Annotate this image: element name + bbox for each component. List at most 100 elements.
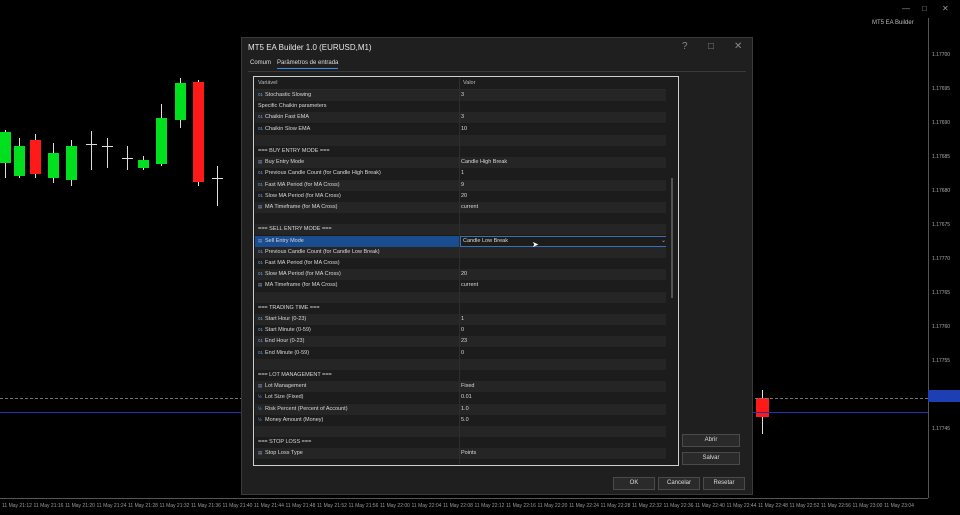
minimize-icon[interactable]: — [902,4,910,13]
table-row[interactable] [255,213,666,226]
table-row[interactable]: 01 Slow MA Period (for MA Cross) 20 [255,269,666,282]
time-tick-label: 11 May 22:32 [632,503,662,509]
param-value[interactable]: 10 [461,126,467,132]
table-row[interactable]: 01 Chaikin Slow EMA 10 [255,123,666,136]
table-row[interactable]: 01 Previous Candle Count (for Candle Low … [255,246,666,259]
param-name-text: Slow MA Period (for MA Cross) [265,192,341,199]
param-value[interactable]: 1 [461,316,464,322]
table-row[interactable]: ▤ Stop Loss Type Points [255,448,666,461]
table-row[interactable]: ▤ MA Timeframe (for MA Cross) current [255,280,666,293]
param-value[interactable]: 0 [461,350,464,356]
table-row[interactable] [255,134,666,147]
param-value[interactable]: current [461,204,478,210]
candle-wick [217,166,218,206]
table-row[interactable]: 01 End Hour (0-23) 23 [255,336,666,349]
param-value[interactable]: 23 [461,338,467,344]
column-separator[interactable] [459,78,460,464]
header-value[interactable]: Valor [463,80,475,86]
table-row[interactable]: 01 Stochastic Slowing 3 [255,90,666,102]
table-row[interactable]: 01 Start Minute (0-59) 0 [255,325,666,338]
price-scale[interactable]: 1.17700 1.17695 1.17690 1.17685 1.17680 1.176… [928,18,960,498]
chevron-down-icon[interactable]: ⌄ [661,237,666,244]
table-row[interactable]: 01 Slow MA Period (for MA Cross) 20 [255,190,666,203]
ok-button[interactable]: OK [613,477,655,490]
reset-button[interactable]: Resetar [703,477,745,490]
param-name-text: Lot Management [265,383,307,390]
doji-candle [86,144,97,145]
param-value[interactable]: 3 [461,114,464,120]
param-name-text: Risk Percent (Percent of Account) [265,405,348,412]
table-row[interactable]: 01 Fast MA Period (for MA Cross) 9 [255,179,666,192]
param-value[interactable]: current [461,282,478,288]
close-icon[interactable]: ✕ [734,41,742,52]
time-tick-label: 11 May 21:52 [317,503,347,509]
dialog-title: MT5 EA Builder 1.0 (EURUSD,M1) [248,43,372,52]
table-row[interactable]: === BUY ENTRY MODE === [255,146,666,158]
candle-body [48,153,59,178]
time-tick-label: 11 May 21:56 [348,503,379,509]
table-row[interactable] [255,358,666,371]
param-value[interactable]: 5.0 [461,417,469,423]
integer-type-icon: 01 [258,92,264,97]
table-row[interactable]: ½ Lot Size (Fixed) 0.01 [255,392,666,405]
maximize-icon[interactable]: □ [708,41,714,52]
time-tick-label: 11 May 22:44 [726,503,757,509]
tab-input-parameters[interactable]: Parâmetros de entrada [277,60,339,69]
table-row[interactable] [255,426,666,438]
ea-properties-dialog: MT5 EA Builder 1.0 (EURUSD,M1) ? □ ✕ Com… [241,37,753,495]
cancel-button[interactable]: Cancelar [658,477,700,490]
param-value[interactable]: 9 [461,182,464,188]
param-value[interactable]: 1.0 [461,406,469,412]
maximize-icon[interactable]: □ [922,4,927,13]
close-icon[interactable]: ✕ [942,4,949,13]
table-row[interactable]: 01 Chaikin Fast EMA 3 [255,112,666,125]
time-scale[interactable]: 11 May 21:12 11 May 21:16 11 May 21:20 11 M… [0,498,928,515]
table-row[interactable]: ▤ Buy Entry Mode Candle High Break [255,157,666,170]
table-row[interactable]: ½ Money Amount (Money) 5.0 [255,414,666,427]
param-value[interactable]: Points [461,450,476,456]
table-row[interactable] [255,291,666,304]
scrollbar-thumb[interactable] [671,178,673,298]
param-value[interactable]: Candle High Break [461,159,507,165]
candle-body [66,146,77,180]
param-name: 01 Start Hour (0-23) [258,316,306,322]
table-row[interactable]: ½ Risk Percent (Percent of Account) 1.0 [255,403,666,416]
help-icon[interactable]: ? [682,41,688,52]
param-name-text: Buy Entry Mode [265,159,305,166]
table-row[interactable]: === TRADING TIME === [255,302,666,315]
table-row[interactable]: === LOT MANAGEMENT === [255,370,666,382]
param-name-text: === BUY ENTRY MODE === [258,148,330,154]
enum-type-icon: ▤ [258,204,263,209]
table-row[interactable]: 01 Start Hour (0-23) 1 [255,314,666,326]
table-row[interactable]: 01 End Minute (0-59) 0 [255,347,666,360]
integer-type-icon: 01 [258,192,264,198]
header-variable[interactable]: Variável [258,80,277,86]
param-value[interactable]: 20 [461,193,467,199]
table-row[interactable]: 01 Previous Candle Count (for Candle High… [255,168,666,181]
param-name-text: Lot Size (Fixed) [265,394,304,401]
table-row[interactable]: === STOP LOSS === [255,437,666,450]
param-value[interactable]: Fixed [461,383,474,389]
grid-scrollbar[interactable] [668,78,676,464]
table-row[interactable]: === SELL ENTRY MODE === [255,224,666,237]
param-value[interactable]: 0 [461,327,464,333]
time-tick-label: 11 May 22:04 [411,503,442,509]
param-value[interactable]: 3 [461,92,464,98]
param-value[interactable]: 20 [461,271,467,277]
table-row[interactable]: ▤ MA Timeframe (for MA Cross) current [255,202,666,214]
param-name-text: Previous Candle Count (for Candle Low Br… [265,248,380,255]
table-row[interactable]: ▤ Lot Management Fixed [255,381,666,394]
table-row[interactable]: Specific Chaikin parameters [255,101,666,114]
save-button[interactable]: Salvar [682,452,740,465]
open-button[interactable]: Abrir [682,434,740,447]
enum-type-icon: ▤ [258,237,263,243]
price-tick-label: 1.17755 [932,358,951,364]
tab-common[interactable]: Comum [250,60,271,68]
param-value[interactable]: 1 [461,170,464,176]
table-row[interactable]: 01 Fast MA Period (for MA Cross) [255,258,666,270]
integer-type-icon: 01 [258,316,264,321]
param-value[interactable]: 0.01 [461,394,472,400]
param-name: === SELL ENTRY MODE === [258,226,332,232]
parameters-grid: Variável Valor 01 Stochastic Slowing 3 Spec… [253,76,679,466]
enum-type-icon: ▤ [258,282,263,288]
